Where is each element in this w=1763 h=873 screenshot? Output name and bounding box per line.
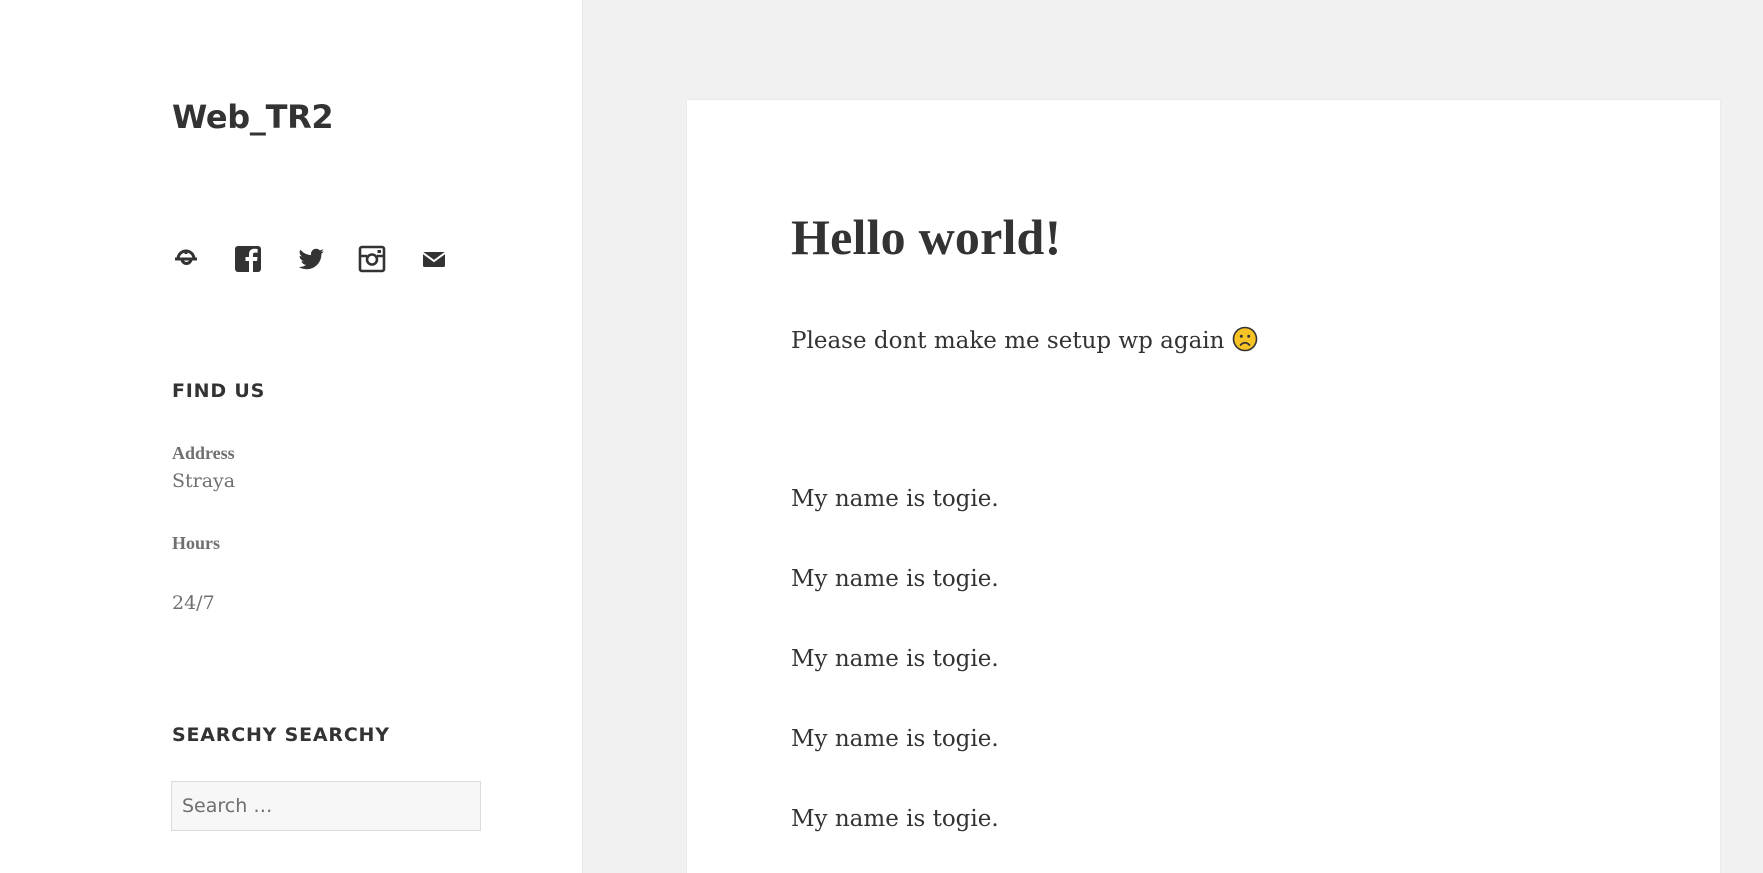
intro-text: Please dont make me setup wp again: [791, 328, 1225, 354]
paragraph: My name is togie.: [791, 726, 999, 752]
mail-icon[interactable]: [420, 244, 448, 274]
hours-value: 24/7: [172, 592, 215, 614]
find-us-title: FIND US: [172, 380, 266, 402]
article-panel: Hello world! Please dont make me setup w…: [687, 100, 1720, 873]
page: Web_TR2 FIND US Address Straya Hours 24/…: [0, 0, 1763, 873]
site-title[interactable]: Web_TR2: [172, 98, 334, 136]
address-label: Address: [172, 443, 235, 463]
facebook-icon[interactable]: [234, 244, 262, 274]
frowning-face-icon: [1233, 326, 1258, 352]
instagram-icon[interactable]: [358, 244, 386, 274]
paragraph: My name is togie.: [791, 806, 999, 832]
entry-title[interactable]: Hello world!: [791, 208, 1061, 266]
twitter-icon[interactable]: [296, 244, 324, 274]
search-widget-title: SEARCHY SEARCHY: [172, 724, 390, 746]
intro-paragraph: Please dont make me setup wp again: [791, 326, 1258, 354]
sidebar: Web_TR2 FIND US Address Straya Hours 24/…: [0, 0, 583, 873]
social-links-menu: [172, 244, 482, 274]
hours-label: Hours: [172, 533, 221, 553]
address-value: Straya: [172, 470, 236, 492]
paragraph: My name is togie.: [791, 486, 999, 512]
paragraph: My name is togie.: [791, 566, 999, 592]
paragraph: My name is togie.: [791, 646, 999, 672]
dribbble-icon[interactable]: [172, 244, 200, 274]
search-input[interactable]: [171, 781, 481, 831]
